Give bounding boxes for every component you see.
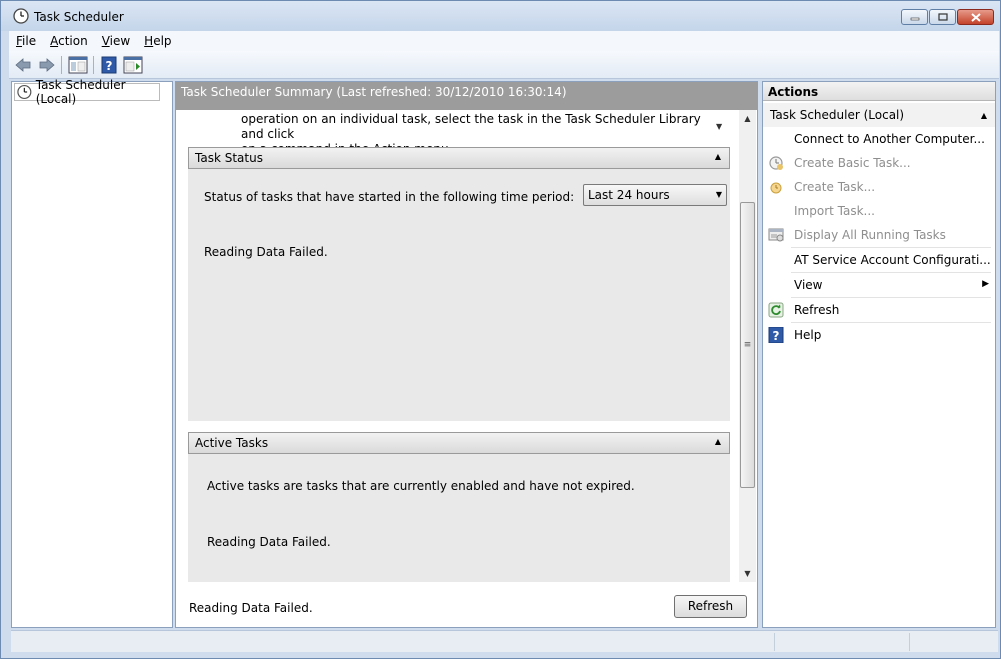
maximize-button[interactable] [929, 9, 956, 25]
close-icon [970, 12, 981, 22]
action-import-task[interactable]: Import Task... [763, 199, 995, 223]
menu-bar: File Action View Help [9, 31, 999, 51]
refresh-button[interactable]: Refresh [674, 595, 747, 618]
running-tasks-icon [768, 228, 784, 242]
active-tasks-section: Active Tasks ▲ Active tasks are tasks th… [188, 432, 730, 582]
menu-file[interactable]: File [9, 34, 43, 48]
menu-help[interactable]: Help [137, 34, 178, 48]
active-tasks-header[interactable]: Active Tasks ▲ [188, 432, 730, 454]
action-view[interactable]: View ▶ [763, 273, 995, 297]
tree-item-label: Task Scheduler (Local) [35, 78, 126, 106]
task-status-message: Reading Data Failed. [204, 245, 328, 259]
tree-item-task-scheduler-local[interactable]: Task Scheduler (Local) [14, 78, 160, 106]
time-period-label: Status of tasks that have started in the… [204, 190, 575, 204]
console-tree: Task Scheduler (Local) [11, 78, 173, 628]
close-button[interactable] [957, 9, 994, 25]
toolbar-separator [61, 56, 62, 74]
active-tasks-message: Reading Data Failed. [207, 535, 331, 549]
summary-body: operation on an individual task, select … [186, 110, 733, 582]
section-title: Active Tasks [195, 436, 269, 450]
submenu-arrow-icon: ▶ [982, 279, 989, 289]
action-refresh[interactable]: Refresh [763, 298, 995, 322]
scroll-up-icon[interactable]: ▲ [739, 110, 756, 127]
action-display-running-tasks[interactable]: Display All Running Tasks [763, 223, 995, 247]
show-hide-console-tree-button[interactable] [67, 55, 89, 75]
task-scheduler-window: Task Scheduler File Action View Help ? T… [0, 0, 1001, 659]
actions-subheader[interactable]: Task Scheduler (Local) ▲ [763, 103, 995, 127]
svg-text:?: ? [773, 329, 780, 343]
time-period-value: Last 24 hours [588, 188, 670, 202]
active-tasks-description: Active tasks are tasks that are currentl… [207, 479, 635, 493]
action-help[interactable]: ? Help [763, 323, 995, 347]
collapse-arrow-icon[interactable]: ▲ [981, 111, 987, 120]
show-hide-action-pane-icon [123, 56, 143, 74]
back-arrow-icon [15, 58, 31, 72]
status-bar-segment [909, 633, 997, 651]
summary-pane: Task Scheduler Summary (Last refreshed: … [175, 81, 758, 628]
task-status-section: Task Status ▲ Status of tasks that have … [188, 147, 730, 421]
status-bar-segment [774, 633, 909, 651]
chevron-down-icon: ▼ [715, 190, 722, 199]
action-create-task[interactable]: Create Task... [763, 175, 995, 199]
summary-header: Task Scheduler Summary (Last refreshed: … [176, 82, 757, 110]
back-button[interactable] [13, 55, 33, 75]
show-hide-console-tree-icon [68, 56, 88, 74]
summary-footer: Reading Data Failed. Refresh [176, 582, 757, 627]
toolbar: ? [9, 51, 999, 79]
forward-button[interactable] [37, 55, 57, 75]
refresh-icon [768, 302, 784, 318]
clock-icon [13, 8, 29, 24]
status-bar [11, 630, 998, 652]
footer-message: Reading Data Failed. [189, 601, 313, 615]
menu-view[interactable]: View [95, 34, 137, 48]
minimize-icon [910, 17, 919, 21]
forward-arrow-icon [39, 58, 55, 72]
summary-scrollbar[interactable]: ▲ ≡ ▼ [739, 110, 756, 582]
toolbar-separator [93, 56, 94, 74]
maximize-icon [937, 13, 948, 21]
minimize-button[interactable] [901, 9, 928, 25]
menu-action[interactable]: Action [43, 34, 95, 48]
window-title: Task Scheduler [34, 10, 124, 24]
actions-pane: Actions Task Scheduler (Local) ▲ Connect… [762, 81, 996, 628]
task-status-header[interactable]: Task Status ▲ [188, 147, 730, 169]
create-task-icon [770, 182, 782, 194]
collapse-arrow-icon[interactable]: ▲ [715, 437, 721, 446]
action-create-basic-task[interactable]: Create Basic Task... [763, 151, 995, 175]
help-icon: ? [768, 327, 784, 343]
scroll-down-icon[interactable]: ▼ [739, 565, 756, 582]
action-connect-another-computer[interactable]: Connect to Another Computer... [763, 127, 995, 151]
create-basic-task-icon [769, 156, 783, 170]
help-icon: ? [101, 56, 117, 74]
actions-header: Actions [763, 82, 995, 101]
actions-subheader-label: Task Scheduler (Local) [770, 108, 905, 122]
window-controls [900, 9, 994, 25]
title-bar: Task Scheduler [1, 1, 1000, 31]
expand-arrow-icon[interactable]: ▼ [716, 122, 722, 131]
show-hide-action-pane-button[interactable] [122, 55, 144, 75]
clock-icon [17, 84, 32, 100]
scroll-thumb[interactable]: ≡ [740, 202, 755, 488]
help-button[interactable]: ? [99, 55, 119, 75]
section-title: Task Status [195, 151, 263, 165]
collapse-arrow-icon[interactable]: ▲ [715, 152, 721, 161]
time-period-select[interactable]: Last 24 hours ▼ [583, 184, 727, 206]
svg-text:?: ? [106, 59, 113, 73]
action-at-service-account-config[interactable]: AT Service Account Configurati... [763, 248, 995, 272]
